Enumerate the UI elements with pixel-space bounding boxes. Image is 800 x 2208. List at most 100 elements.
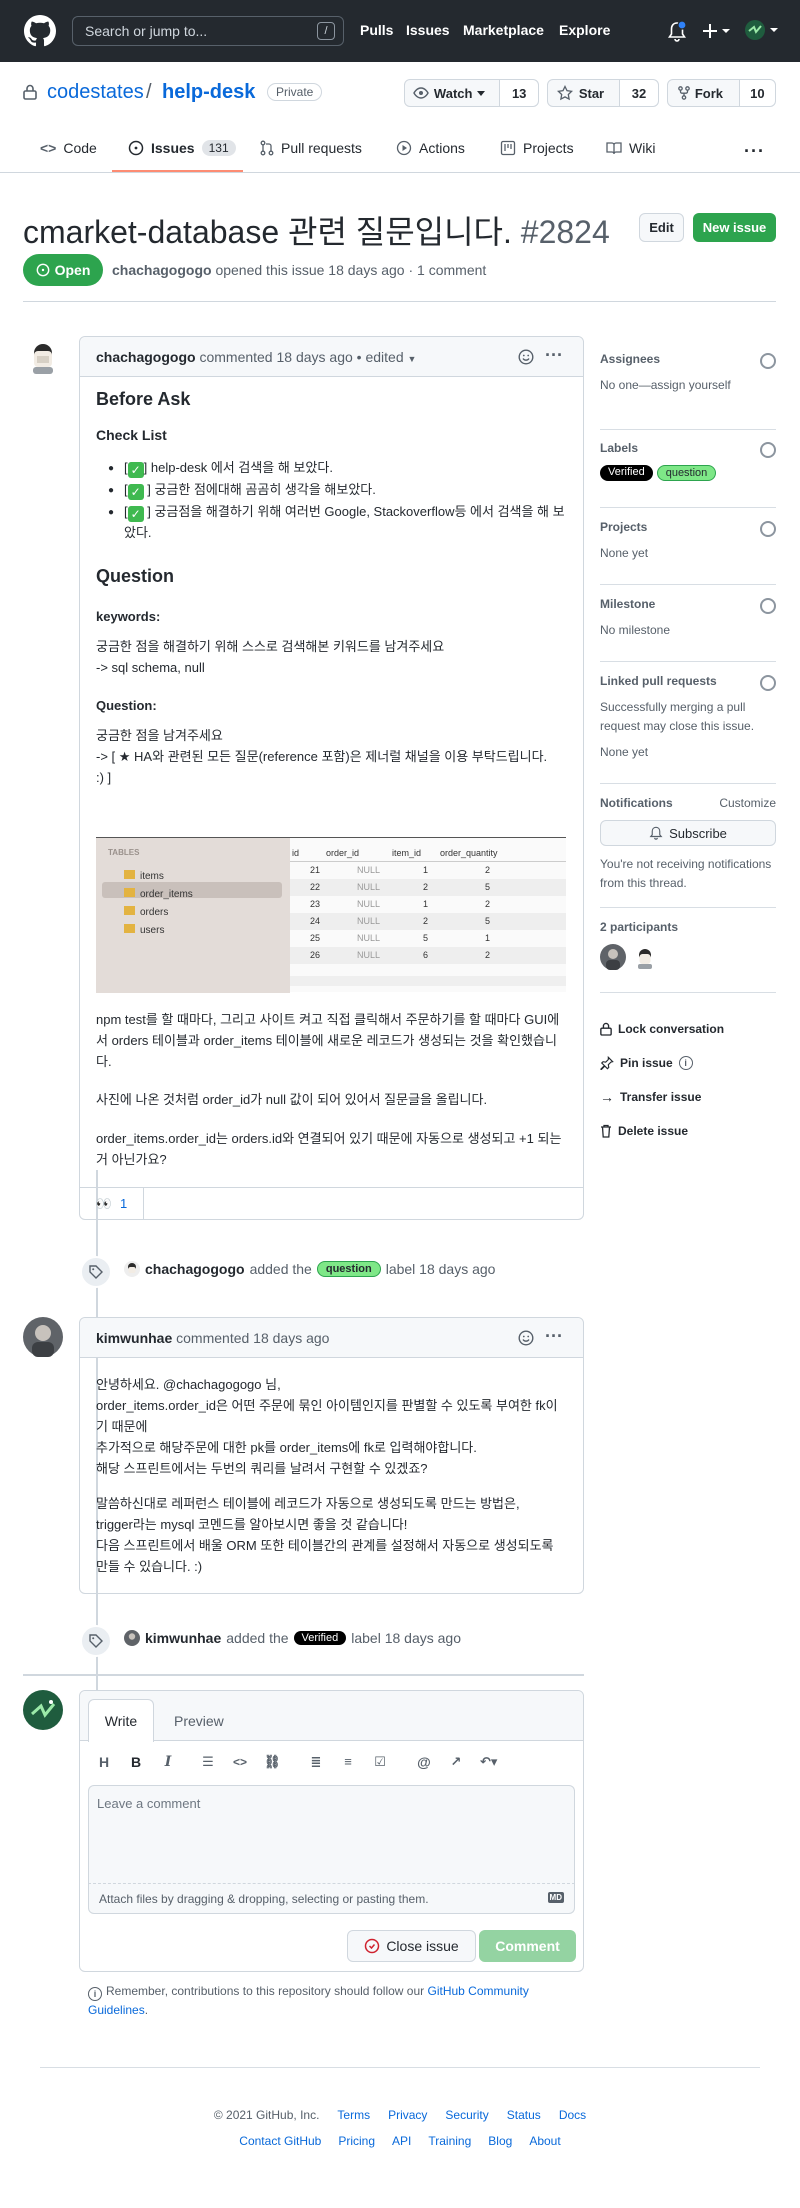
- grid-row[interactable]: 23 NULL 1 2: [290, 896, 566, 913]
- watch-button[interactable]: Watch 13: [404, 79, 539, 107]
- tab-pull-requests[interactable]: Pull requests: [260, 140, 362, 156]
- comment-submit-button[interactable]: Comment: [479, 1930, 576, 1962]
- avatar[interactable]: [600, 944, 626, 970]
- fork-button[interactable]: Fork 10: [667, 79, 776, 107]
- edited-dropdown[interactable]: • edited: [357, 349, 404, 365]
- grid-row[interactable]: 22 NULL 2 5: [290, 879, 566, 896]
- bell-icon[interactable]: [667, 21, 687, 43]
- milestone-section[interactable]: Milestone No milestone: [600, 585, 776, 662]
- star-count[interactable]: 32: [618, 80, 658, 106]
- tab-actions[interactable]: Actions: [396, 140, 465, 156]
- table-item[interactable]: orders: [124, 904, 193, 922]
- new-issue-button[interactable]: New issue: [693, 213, 776, 242]
- table-item[interactable]: users: [124, 922, 193, 940]
- search-input[interactable]: Search or jump to... /: [72, 16, 344, 46]
- close-issue-button[interactable]: Close issue: [347, 1930, 476, 1962]
- smiley-icon[interactable]: [518, 1330, 534, 1346]
- linked-prs-section[interactable]: Linked pull requests Successfully mergin…: [600, 662, 776, 784]
- tab-wiki[interactable]: Wiki: [606, 140, 655, 156]
- user-avatar-menu[interactable]: [744, 19, 778, 41]
- subscribe-button[interactable]: Subscribe: [600, 820, 776, 846]
- nav-pulls[interactable]: Pulls: [360, 22, 393, 38]
- issue-author-link[interactable]: chachagogogo: [112, 262, 212, 278]
- grid-row[interactable]: 24 NULL 2 5: [290, 913, 566, 930]
- projects-section[interactable]: Projects None yet: [600, 508, 776, 585]
- gear-icon[interactable]: [760, 442, 776, 458]
- footer-link-privacy[interactable]: Privacy: [388, 2108, 427, 2122]
- footer-link-about[interactable]: About: [529, 2134, 560, 2148]
- tab-code[interactable]: <> Code: [40, 140, 97, 156]
- customize-link[interactable]: Customize: [719, 796, 776, 810]
- plus-dropdown-icon[interactable]: [702, 23, 730, 39]
- label-verified[interactable]: Verified: [600, 465, 653, 481]
- avatar[interactable]: [23, 1690, 63, 1730]
- footer-link-api[interactable]: API: [392, 2134, 411, 2148]
- tab-projects[interactable]: Projects: [500, 140, 574, 156]
- chevron-down-icon[interactable]: ▼: [408, 354, 417, 364]
- event-author-link[interactable]: kimwunhae: [145, 1630, 221, 1646]
- grid-scrollbar[interactable]: [290, 976, 566, 986]
- footer-link-status[interactable]: Status: [507, 2108, 541, 2122]
- italic-icon[interactable]: I: [160, 1754, 176, 1770]
- quote-icon[interactable]: ☰: [200, 1754, 216, 1770]
- saved-replies-icon[interactable]: ↶▾: [480, 1754, 497, 1770]
- lock-conversation-link[interactable]: Lock conversation: [600, 1012, 776, 1046]
- smiley-icon[interactable]: [518, 349, 534, 365]
- gear-icon[interactable]: [760, 521, 776, 537]
- reaction-button[interactable]: 👀 1: [80, 1188, 144, 1219]
- mention-icon[interactable]: @: [416, 1754, 432, 1770]
- footer-link-contact[interactable]: Contact GitHub: [239, 2134, 321, 2148]
- bulleted-list-icon[interactable]: ≣: [308, 1754, 324, 1770]
- transfer-issue-link[interactable]: → Transfer issue: [600, 1080, 776, 1114]
- label-verified-badge[interactable]: Verified: [293, 1631, 347, 1645]
- attach-files-bar[interactable]: Attach files by dragging & dropping, sel…: [88, 1884, 575, 1914]
- comment-author-link[interactable]: chachagogogo: [96, 349, 196, 365]
- avatar[interactable]: [124, 1261, 140, 1277]
- avatar[interactable]: [632, 944, 658, 970]
- numbered-list-icon[interactable]: ≡: [340, 1754, 356, 1770]
- heading-icon[interactable]: H: [96, 1754, 112, 1770]
- link-icon[interactable]: ⛓: [264, 1754, 281, 1770]
- footer-link-security[interactable]: Security: [445, 2108, 488, 2122]
- reference-icon[interactable]: ↗: [448, 1754, 464, 1770]
- grid-row[interactable]: 21 NULL 1 2: [290, 862, 566, 879]
- comment-textarea[interactable]: Leave a comment: [88, 1785, 575, 1884]
- code-icon[interactable]: <>: [232, 1754, 248, 1770]
- avatar[interactable]: [23, 1317, 63, 1357]
- gear-icon[interactable]: [760, 598, 776, 614]
- repo-name-link[interactable]: help-desk: [162, 81, 255, 104]
- avatar[interactable]: [23, 336, 63, 376]
- comment-author-link[interactable]: kimwunhae: [96, 1330, 172, 1346]
- footer-link-pricing[interactable]: Pricing: [338, 2134, 375, 2148]
- label-question-badge[interactable]: question: [316, 1261, 381, 1277]
- nav-marketplace[interactable]: Marketplace: [463, 22, 544, 38]
- grid-row[interactable]: 25 NULL 5 1: [290, 930, 566, 947]
- labels-section[interactable]: Labels Verified question: [600, 430, 776, 508]
- nav-issues[interactable]: Issues: [406, 22, 450, 38]
- repo-owner-link[interactable]: codestates: [47, 81, 144, 104]
- kebab-menu-icon[interactable]: ···: [545, 345, 563, 366]
- gear-icon[interactable]: [760, 353, 776, 369]
- info-icon[interactable]: i: [678, 1056, 693, 1070]
- task-list-icon[interactable]: ☑: [372, 1754, 388, 1770]
- star-button[interactable]: Star 32: [547, 79, 659, 107]
- table-item[interactable]: order_items: [124, 886, 193, 904]
- edit-title-button[interactable]: Edit: [639, 213, 684, 242]
- gear-icon[interactable]: [760, 675, 776, 691]
- nav-explore[interactable]: Explore: [559, 22, 610, 38]
- github-logo-icon[interactable]: [24, 15, 56, 47]
- footer-link-terms[interactable]: Terms: [337, 2108, 370, 2122]
- delete-issue-link[interactable]: Delete issue: [600, 1114, 776, 1148]
- more-tabs-icon[interactable]: ···: [744, 141, 765, 162]
- footer-link-docs[interactable]: Docs: [559, 2108, 586, 2122]
- footer-link-training[interactable]: Training: [428, 2134, 471, 2148]
- watch-count[interactable]: 13: [499, 80, 538, 106]
- kebab-menu-icon[interactable]: ···: [545, 1326, 563, 1347]
- bold-icon[interactable]: B: [128, 1754, 144, 1770]
- assignees-section[interactable]: Assignees No one—assign yourself: [600, 352, 776, 430]
- tab-preview[interactable]: Preview: [174, 1713, 224, 1729]
- footer-link-blog[interactable]: Blog: [488, 2134, 512, 2148]
- tab-issues[interactable]: Issues 131: [128, 140, 236, 156]
- fork-count[interactable]: 10: [738, 80, 775, 106]
- label-question[interactable]: question: [656, 465, 717, 481]
